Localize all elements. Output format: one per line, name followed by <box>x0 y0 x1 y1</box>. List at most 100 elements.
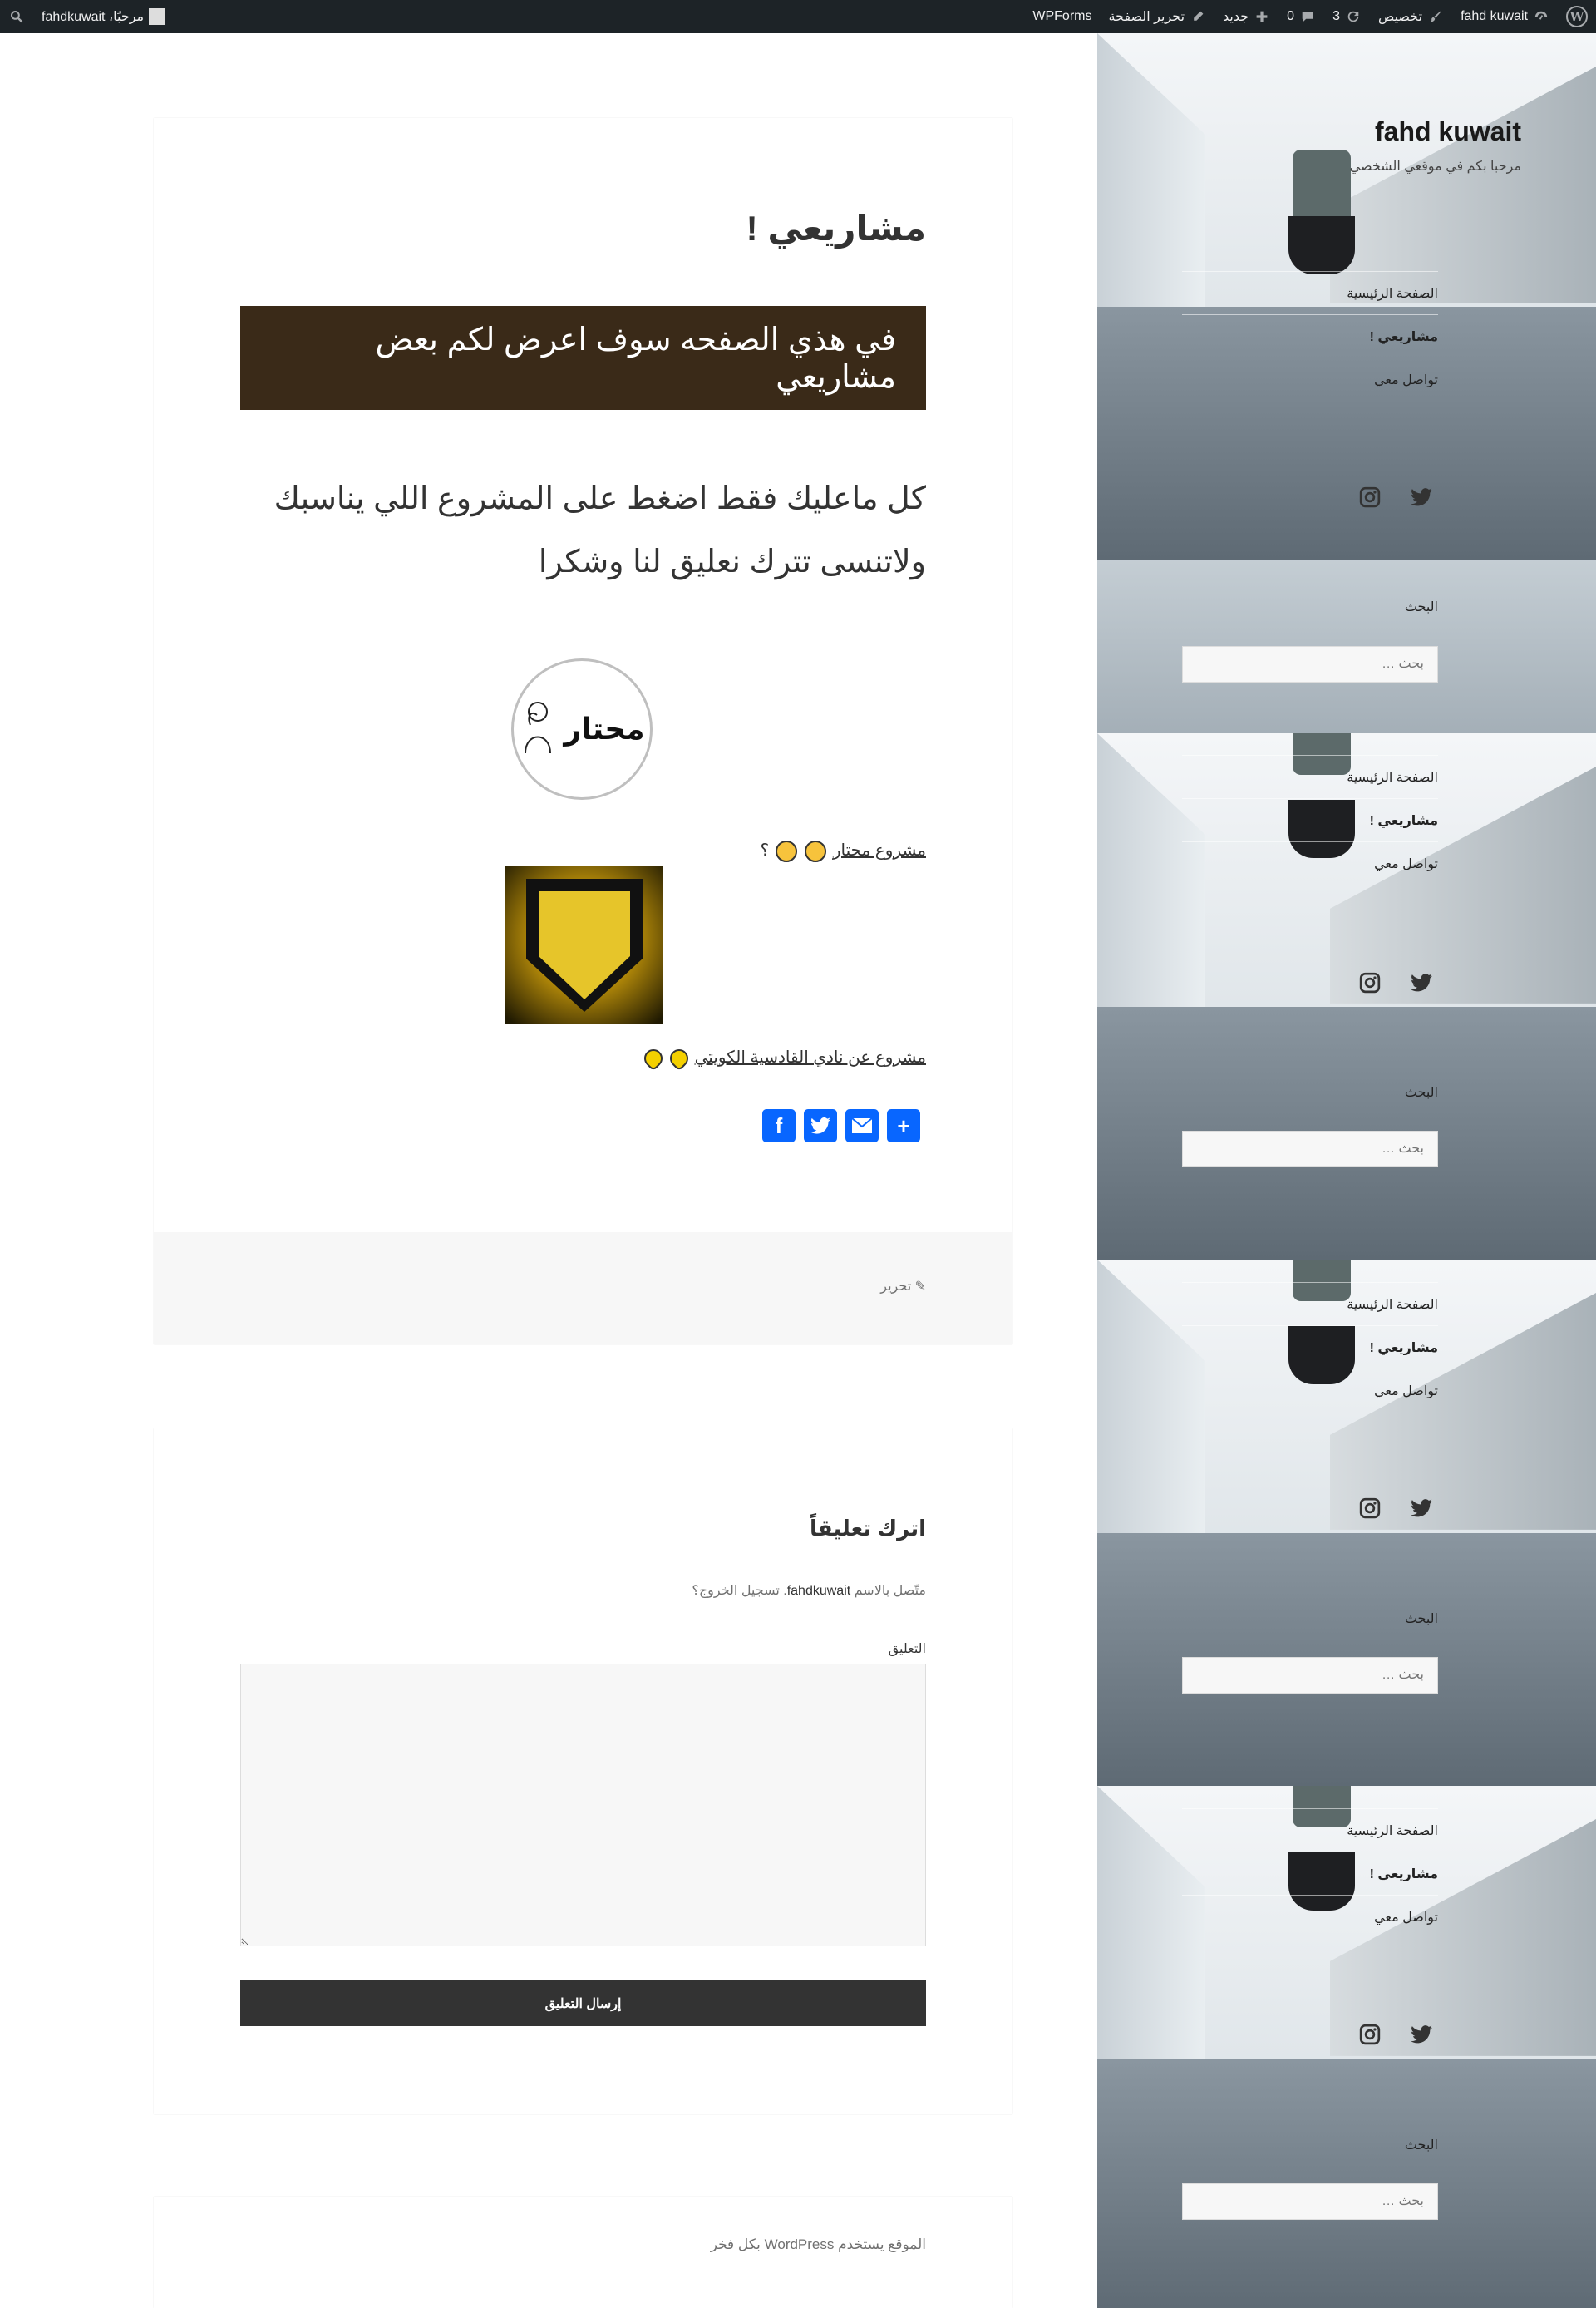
mohtar-logo-image[interactable]: محتار <box>511 658 653 800</box>
twitter-icon[interactable] <box>1405 966 1438 999</box>
search-input[interactable] <box>1182 646 1438 683</box>
twitter-icon[interactable] <box>1405 2018 1438 2051</box>
edit-link-label[interactable]: تحرير <box>880 1280 911 1294</box>
intro-line-2: ولاتنسى تترك نعليق لنا وشكرا <box>538 545 926 579</box>
submit-comment-button[interactable]: إرسال التعليق <box>240 1980 926 2026</box>
search-widget-title: البحث <box>1404 1612 1438 1626</box>
main-menu: الصفحة الرئيسية مشاريعي ! تواصل معي <box>1182 1808 1438 1938</box>
logout-link[interactable]: تسجيل الخروج؟ <box>692 1584 779 1598</box>
customize-menu[interactable]: تخصيص <box>1370 0 1452 33</box>
twitter-icon[interactable] <box>1405 481 1438 514</box>
qadsia-club-logo-image[interactable] <box>505 866 663 1024</box>
menu-item-contact[interactable]: تواصل معي <box>1182 1369 1438 1412</box>
main-menu: الصفحة الرئيسية مشاريعي ! تواصل معي <box>1182 1282 1438 1412</box>
project-link-qadsia-label[interactable]: مشروع عن نادي القادسية الكويتي <box>695 1048 926 1067</box>
project-link-mohtar[interactable]: مشروع محتار ؟ <box>240 840 926 862</box>
search-icon <box>8 8 25 25</box>
menu-item-projects[interactable]: مشاريعي ! <box>1182 798 1438 841</box>
share-buttons: + f <box>762 1109 920 1142</box>
menu-item-home[interactable]: الصفحة الرئيسية <box>1182 1282 1438 1325</box>
plus-icon <box>1254 8 1270 25</box>
twitter-icon[interactable] <box>804 1109 837 1142</box>
shield-icon <box>526 879 643 1012</box>
brush-icon <box>1427 8 1444 25</box>
edit-pencil-icon: ✎ <box>914 1280 926 1294</box>
social-links <box>1182 966 1438 999</box>
thinking-person-icon <box>519 698 557 761</box>
yellow-heart-icon <box>639 1045 667 1072</box>
confused-face-icon <box>805 840 827 862</box>
updates-count: 3 <box>1332 9 1340 23</box>
wpforms-menu[interactable]: WPForms <box>1024 0 1100 33</box>
search-widget-title: البحث <box>1404 2138 1438 2153</box>
updates-menu[interactable]: 3 <box>1324 0 1370 33</box>
logged-in-user-link[interactable]: fahdkuwait <box>787 1584 851 1598</box>
comments-menu[interactable]: 0 <box>1278 0 1324 33</box>
search-widget-title: البحث <box>1404 600 1438 614</box>
confused-face-icon <box>775 840 797 862</box>
social-links <box>1182 2018 1438 2051</box>
instagram-icon[interactable] <box>1353 1492 1387 1525</box>
mohtar-logo-text: محتار <box>564 712 645 746</box>
edit-link[interactable]: ✎ تحرير <box>240 1278 926 1295</box>
updates-icon <box>1345 8 1362 25</box>
admin-search[interactable] <box>0 0 33 33</box>
admin-bar-primary: W fahd kuwait تخصيص 3 0 جديد تحرير الصفح… <box>1024 0 1596 33</box>
footer-suffix: بكل فخر <box>710 2236 761 2252</box>
comment-respond: اترك تعليقاً متّصل بالاسم fahdkuwait. تس… <box>154 1428 1012 2114</box>
comment-textarea[interactable] <box>240 1664 926 1946</box>
main-menu: الصفحة الرئيسية مشاريعي ! تواصل معي <box>1182 755 1438 885</box>
logged-in-prefix: متّصل بالاسم <box>854 1584 926 1598</box>
new-content-menu[interactable]: جديد <box>1214 0 1278 33</box>
menu-item-home[interactable]: الصفحة الرئيسية <box>1182 1808 1438 1852</box>
menu-item-projects[interactable]: مشاريعي ! <box>1182 1852 1438 1895</box>
wpforms-label: WPForms <box>1032 9 1092 23</box>
social-links <box>1182 481 1438 514</box>
menu-item-contact[interactable]: تواصل معي <box>1182 358 1438 401</box>
footer-prefix: الموقع يستخدم <box>838 2236 926 2252</box>
project-link-qadsia[interactable]: مشروع عن نادي القادسية الكويتي <box>240 1045 926 1072</box>
wordpress-link[interactable]: WordPress <box>765 2236 835 2252</box>
site-name-menu[interactable]: fahd kuwait <box>1452 0 1558 33</box>
intro-line-1: كل ماعليك فقط اضغط على المشروع اللي يناس… <box>273 481 926 516</box>
new-label: جديد <box>1223 10 1249 24</box>
main-menu: الصفحة الرئيسية مشاريعي ! تواصل معي <box>1182 271 1438 401</box>
search-input[interactable] <box>1182 1657 1438 1694</box>
instagram-icon[interactable] <box>1353 966 1387 999</box>
edit-page-menu[interactable]: تحرير الصفحة <box>1100 0 1214 33</box>
menu-item-projects[interactable]: مشاريعي ! <box>1182 1325 1438 1369</box>
menu-item-contact[interactable]: تواصل معي <box>1182 1895 1438 1938</box>
menu-item-contact[interactable]: تواصل معي <box>1182 841 1438 885</box>
logged-in-as: متّصل بالاسم fahdkuwait. تسجيل الخروج؟ <box>692 1584 926 1598</box>
email-icon[interactable] <box>845 1109 879 1142</box>
admin-bar: W fahd kuwait تخصيص 3 0 جديد تحرير الصفح… <box>0 0 1596 33</box>
menu-item-projects[interactable]: مشاريعي ! <box>1182 314 1438 358</box>
search-input[interactable] <box>1182 1131 1438 1167</box>
wp-logo-menu[interactable]: W <box>1558 0 1596 33</box>
dashboard-icon <box>1533 8 1549 25</box>
twitter-icon[interactable] <box>1405 1492 1438 1525</box>
search-widget-title: البحث <box>1404 1086 1438 1100</box>
intro-text: كل ماعليك فقط اضغط على المشروع اللي يناس… <box>240 467 926 594</box>
menu-item-home[interactable]: الصفحة الرئيسية <box>1182 755 1438 798</box>
project-link-mohtar-suffix: ؟ <box>760 841 770 860</box>
site-title[interactable]: fahd kuwait <box>1180 116 1521 147</box>
greeting-label: مرحبًا، fahdkuwait <box>42 10 145 24</box>
project-link-mohtar-label[interactable]: مشروع محتار <box>833 841 926 860</box>
share-plus-icon[interactable]: + <box>887 1109 920 1142</box>
search-input[interactable] <box>1182 2183 1438 2220</box>
site-info: الموقع يستخدم WordPress بكل فخر <box>240 2236 926 2253</box>
avatar <box>149 8 166 25</box>
pencil-icon <box>1190 8 1206 25</box>
my-account-menu[interactable]: مرحبًا، fahdkuwait <box>33 0 174 33</box>
customize-label: تخصيص <box>1377 10 1423 24</box>
instagram-icon[interactable] <box>1353 2018 1387 2051</box>
facebook-icon[interactable]: f <box>762 1109 796 1142</box>
page-title: مشاريعي ! <box>746 209 926 248</box>
site-footer: الموقع يستخدم WordPress بكل فخر <box>154 2197 1012 2308</box>
instagram-icon[interactable] <box>1353 481 1387 514</box>
menu-item-home[interactable]: الصفحة الرئيسية <box>1182 271 1438 314</box>
edit-page-label: تحرير الصفحة <box>1108 10 1185 24</box>
comment-bubble-icon <box>1299 8 1316 25</box>
entry-footer: ✎ تحرير <box>154 1232 1012 1344</box>
